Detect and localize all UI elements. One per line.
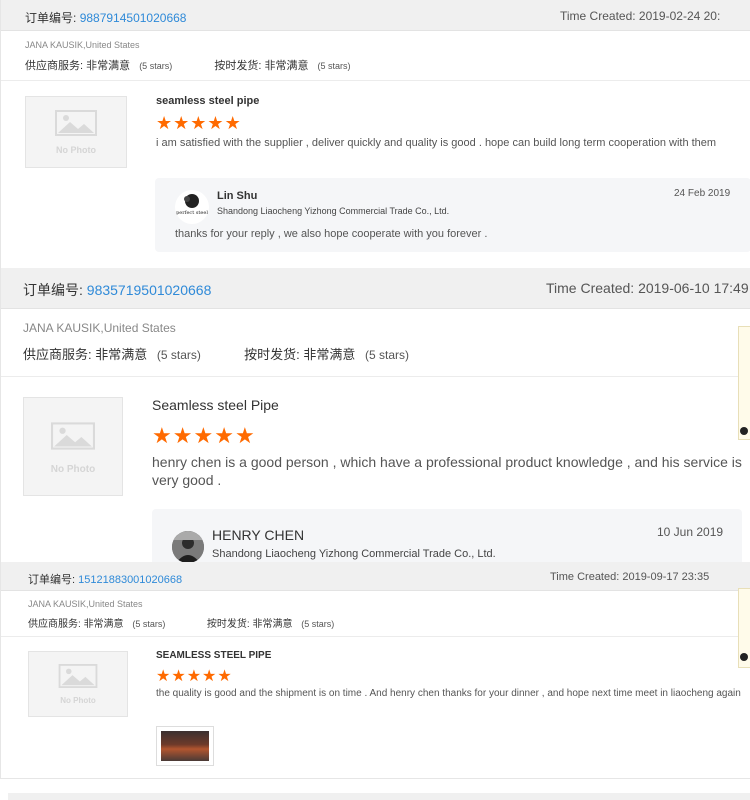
- order-header: 订单编号: 15121883001020668 Time Created: 20…: [1, 562, 750, 591]
- star-icon: ★: [156, 113, 174, 133]
- supplier-reply: HENRY CHEN Shandong Liaocheng Yizhong Co…: [152, 509, 742, 564]
- star-icon: ★: [202, 668, 218, 685]
- divider: [1, 80, 750, 81]
- reply-date: 24 Feb 2019: [674, 188, 731, 199]
- time-created: Time Created: 2019-06-10 17:49: [546, 280, 749, 296]
- buyer-info: JANA KAUSIK,United States: [23, 321, 176, 335]
- star-icon: ★: [152, 423, 173, 448]
- star-icon: ★: [217, 668, 233, 685]
- star-icon: ★: [173, 113, 191, 133]
- avatar-icon: [172, 531, 204, 563]
- order-number: 订单编号: 9835719501020668: [23, 282, 212, 298]
- reply-author-name: HENRY CHEN: [212, 527, 305, 543]
- floating-side-tab[interactable]: [738, 588, 750, 668]
- product-image-placeholder[interactable]: No Photo: [28, 651, 128, 717]
- star-icon: ★: [186, 668, 203, 685]
- no-photo-label: No Photo: [50, 464, 96, 475]
- rating-stars: ★★★★★: [156, 666, 233, 686]
- product-title[interactable]: Seamless steel Pipe: [152, 397, 279, 413]
- star-icon: ★: [207, 113, 225, 133]
- product-image-placeholder[interactable]: No Photo: [23, 397, 123, 496]
- star-icon: ★: [171, 668, 187, 685]
- image-placeholder-icon: [51, 421, 95, 450]
- star-icon: ★: [172, 423, 194, 448]
- product-image-placeholder[interactable]: No Photo: [25, 96, 127, 168]
- star-icon: ★: [214, 423, 235, 448]
- reply-company: Shandong Liaocheng Yizhong Commercial Tr…: [212, 548, 496, 560]
- order-card-1: 订单编号: 9887914501020668 Time Created: 201…: [0, 0, 750, 268]
- divider: [1, 376, 750, 377]
- divider: [1, 636, 750, 637]
- floating-side-tab[interactable]: [738, 326, 750, 440]
- no-photo-label: No Photo: [56, 145, 96, 155]
- buyer-info: JANA KAUSIK,United States: [28, 599, 143, 609]
- product-title[interactable]: SEAMLESS STEEL PIPE: [156, 650, 271, 661]
- order-header: 订单编号: 9835719501020668 Time Created: 201…: [1, 268, 750, 309]
- order-card-3: 订单编号: 15121883001020668 Time Created: 20…: [0, 562, 750, 780]
- order-card-2: 订单编号: 9835719501020668 Time Created: 201…: [0, 268, 750, 564]
- reply-text: thanks for your reply , we also hope coo…: [175, 228, 488, 240]
- no-photo-label: No Photo: [60, 696, 96, 705]
- star-icon: ★: [234, 423, 256, 448]
- supplier-logo-icon: perfect steel: [175, 190, 209, 224]
- pipe-photo: [161, 731, 209, 761]
- star-icon: ★: [193, 423, 215, 448]
- image-placeholder-icon: [58, 664, 98, 688]
- ratings-row: 供应商服务: 非常满意 (5 stars) 按时发货: 非常满意 (5 star…: [28, 619, 335, 630]
- review-text: the quality is good and the shipment is …: [156, 688, 741, 699]
- review-text: i am satisfied with the supplier , deliv…: [156, 137, 717, 149]
- ratings-row: 供应商服务: 非常满意 (5 stars) 按时发货: 非常满意 (5 star…: [25, 60, 351, 72]
- ratings-row: 供应商服务: 非常满意 (5 stars) 按时发货: 非常满意 (5 star…: [23, 347, 410, 362]
- reply-date: 10 Jun 2019: [657, 525, 724, 539]
- supplier-reply: perfect steel Lin Shu Shandong Liaocheng…: [155, 178, 750, 252]
- star-icon: ★: [156, 668, 172, 685]
- buyer-info: JANA KAUSIK,United States: [25, 40, 140, 50]
- review-text: henry chen is a good person , which have…: [152, 454, 742, 488]
- rating-stars: ★★★★★: [156, 113, 242, 134]
- order-header: 订单编号: 9887914501020668 Time Created: 201…: [1, 0, 750, 31]
- order-number-link[interactable]: 9887914501020668: [80, 11, 187, 25]
- order-number: 订单编号: 15121883001020668: [28, 574, 183, 586]
- rating-stars: ★★★★★: [152, 423, 256, 449]
- image-placeholder-icon: [55, 110, 97, 136]
- reply-author-name: Lin Shu: [217, 190, 258, 202]
- review-photo-thumbnail[interactable]: [156, 726, 214, 766]
- order-number-link[interactable]: 9835719501020668: [87, 282, 212, 298]
- time-created: Time Created: 2019-02-24 20:: [560, 9, 721, 23]
- product-title[interactable]: seamless steel pipe: [156, 95, 259, 107]
- order-number-link[interactable]: 15121883001020668: [78, 574, 182, 586]
- star-icon: ★: [190, 113, 208, 133]
- reply-company: Shandong Liaocheng Yizhong Commercial Tr…: [217, 206, 450, 216]
- next-order-header-partial: [0, 778, 750, 800]
- star-icon: ★: [224, 113, 242, 133]
- order-number: 订单编号: 9887914501020668: [25, 11, 187, 25]
- time-created: Time Created: 2019-09-17 23:35: [550, 571, 710, 583]
- side-tab-icon: [740, 653, 748, 661]
- side-tab-icon: [740, 427, 748, 435]
